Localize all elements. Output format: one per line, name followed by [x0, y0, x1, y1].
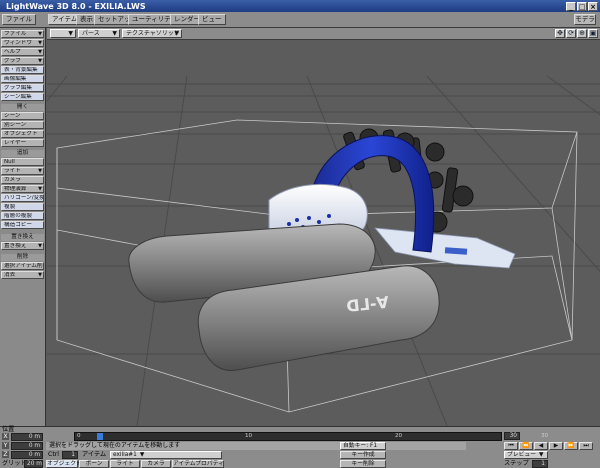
close-button[interactable]: ×	[588, 1, 598, 11]
sidebar-item-dynamics[interactable]: 物理演算 ▼	[1, 185, 44, 193]
chevron-down-icon: ▼	[139, 452, 145, 458]
sidebar-item-hypervoxels[interactable]: ハリゴーン/変換	[1, 194, 44, 202]
axis-z-label: Z	[2, 451, 9, 458]
first-frame-button[interactable]: ⏮	[504, 442, 518, 450]
chevron-down-icon: ▼	[38, 168, 42, 174]
sidebar-item-null[interactable]: Null	[1, 158, 44, 166]
sidebar-item-help[interactable]: ヘルプ ▼	[1, 48, 44, 56]
tab-view[interactable]: ビュー	[198, 14, 226, 25]
position-y-field[interactable]: 0 m	[11, 442, 43, 450]
frame-ruler[interactable]: 0 10 20 30	[74, 432, 548, 441]
chevron-down-icon: ▼	[112, 30, 117, 37]
zoom-view-icon[interactable]: ⊕	[577, 29, 587, 38]
axis-x-label: X	[2, 433, 9, 440]
position-label: 位置	[2, 426, 15, 433]
scene-render: ᗡ⅃-∀	[47, 75, 600, 426]
sidebar-item-other-scene[interactable]: 別シーン	[1, 121, 44, 129]
window-title: LightWave 3D 8.0 - EXILIA.LWS	[6, 1, 146, 11]
sidebar-item-mirror-hierarchy[interactable]: 構造コピー	[1, 221, 44, 229]
viewport-view-icons: ✥ ⟳ ⊕ ▣	[555, 29, 598, 38]
move-view-icon[interactable]: ✥	[555, 29, 565, 38]
chevron-down-icon: ▼	[38, 243, 42, 249]
tab-file[interactable]: ファイル	[2, 14, 36, 25]
sidebar-item-clear[interactable]: 消去 ▼	[1, 271, 44, 279]
rotate-view-icon[interactable]: ⟳	[566, 29, 576, 38]
end-frame-field[interactable]: 30	[504, 432, 520, 440]
window-controls: _ □ ×	[566, 1, 600, 11]
grid-size-field[interactable]: 20 m	[24, 460, 43, 468]
current-item-label: Ctrl	[48, 451, 60, 458]
sidebar-item-image-editor[interactable]: 画像編集	[1, 75, 44, 83]
sidebar-item-object[interactable]: オブジェクト	[1, 130, 44, 138]
item-label: アイテム	[82, 451, 107, 458]
section-header-delete: 削除	[1, 254, 44, 261]
autokey-toggle[interactable]: 自動キー: F1	[340, 442, 386, 450]
sidebar-item-light[interactable]: ライト ▼	[1, 167, 44, 175]
viewport-type-dropdown[interactable]: ▼	[50, 29, 76, 38]
position-x-field[interactable]: 0 m	[11, 433, 43, 441]
modeler-button[interactable]: モデラ	[574, 14, 596, 25]
sidebar-item-clone-hierarchy[interactable]: 階層の複製	[1, 212, 44, 220]
sidebar-item-scene-editor[interactable]: シーン編集	[1, 93, 44, 101]
minimize-button[interactable]: _	[566, 1, 576, 11]
status-bar: 選択をドラッグして現在のアイテムを移動します	[46, 442, 466, 450]
axis-y-label: Y	[2, 442, 9, 449]
fast-forward-button[interactable]: ⏩	[564, 442, 578, 450]
left-toolbar: ファイル ▼ ウィンドウ ▼ ヘルプ ▼ グラフ ▼ 表・背景編集 画像編集 グラフ編集…	[0, 28, 46, 428]
timeline-panel: 位置 X 0 m Y 0 m Z 0 m グリッド 20 m 0 10 20 3…	[0, 426, 600, 468]
section-header-add: 追加	[1, 150, 44, 157]
perspective-viewport[interactable]: ▼ パース ▼ テクスチャソリッド ▼ ✥ ⟳ ⊕ ▣ ᗡ⅃-∀	[47, 28, 600, 426]
play-reverse-button[interactable]: ◀	[534, 442, 548, 450]
sidebar-item-graph-editor[interactable]: グラフ編集	[1, 84, 44, 92]
current-item-field[interactable]: 1	[62, 451, 78, 459]
sidebar-item-clone[interactable]: 複製	[1, 203, 44, 211]
chevron-down-icon: ▼	[539, 452, 544, 458]
sidebar-item-window[interactable]: ウィンドウ ▼	[1, 39, 44, 47]
step-label: ステップ	[504, 460, 529, 467]
sidebar-item-scene[interactable]: シーン	[1, 112, 44, 120]
chevron-down-icon: ▼	[38, 58, 42, 64]
chevron-down-icon: ▼	[38, 49, 42, 55]
maximize-button[interactable]: □	[577, 1, 587, 11]
cameras-mode-button[interactable]: カメラ	[141, 460, 171, 468]
chevron-down-icon: ▼	[38, 272, 42, 278]
lights-mode-button[interactable]: ライト	[110, 460, 140, 468]
sidebar-item-replace[interactable]: 置き換え ▼	[1, 242, 44, 250]
item-properties-button[interactable]: アイテムプロパティ	[172, 460, 224, 468]
sidebar-item-surface-editor[interactable]: 表・背景編集	[1, 66, 44, 74]
sidebar-item-delete-selected[interactable]: 選択アイテム削除	[1, 262, 44, 270]
objects-mode-button[interactable]: オブジェクト	[46, 460, 82, 468]
bones-mode-button[interactable]: ボーン	[79, 460, 109, 468]
view-mode-dropdown[interactable]: パース ▼	[78, 29, 120, 38]
section-header-replace: 置き換え	[1, 234, 44, 241]
rewind-button[interactable]: ⏪	[519, 442, 533, 450]
play-button[interactable]: ▶	[549, 442, 563, 450]
sidebar-item-layer[interactable]: レイヤー	[1, 139, 44, 147]
sidebar-item-graph[interactable]: グラフ ▼	[1, 57, 44, 65]
wing	[374, 227, 516, 269]
sidebar-item-camera[interactable]: カメラ	[1, 176, 44, 184]
delete-key-button[interactable]: キー削除	[340, 460, 386, 468]
viewport-header: ▼ パース ▼ テクスチャソリッド ▼ ✥ ⟳ ⊕ ▣	[47, 28, 600, 40]
item-dropdown[interactable]: exilia#1 ▼	[110, 451, 222, 459]
shading-mode-dropdown[interactable]: テクスチャソリッド ▼	[122, 29, 182, 38]
step-field[interactable]: 1	[532, 460, 548, 468]
chevron-down-icon: ▼	[38, 186, 42, 192]
last-frame-button[interactable]: ⏭	[579, 442, 593, 450]
maximize-view-icon[interactable]: ▣	[588, 29, 598, 38]
chevron-down-icon: ▼	[68, 30, 73, 37]
window-title-bar: LightWave 3D 8.0 - EXILIA.LWS _ □ ×	[0, 0, 600, 12]
frame-slider-handle[interactable]	[97, 433, 103, 440]
position-z-field[interactable]: 0 m	[11, 451, 43, 459]
create-key-button[interactable]: キー作成	[340, 451, 386, 459]
chevron-down-icon: ▼	[38, 40, 42, 46]
preview-dropdown[interactable]: プレビュー ▼	[504, 451, 548, 459]
chevron-down-icon: ▼	[38, 31, 42, 37]
menu-tab-bar: ファイル アイテム 表示 セットアップ ユーティリティ レンダー ビュー モデラ	[0, 12, 600, 28]
section-header-open: 開く	[1, 104, 44, 111]
chevron-down-icon: ▼	[174, 30, 179, 37]
sidebar-item-file[interactable]: ファイル ▼	[1, 30, 44, 38]
